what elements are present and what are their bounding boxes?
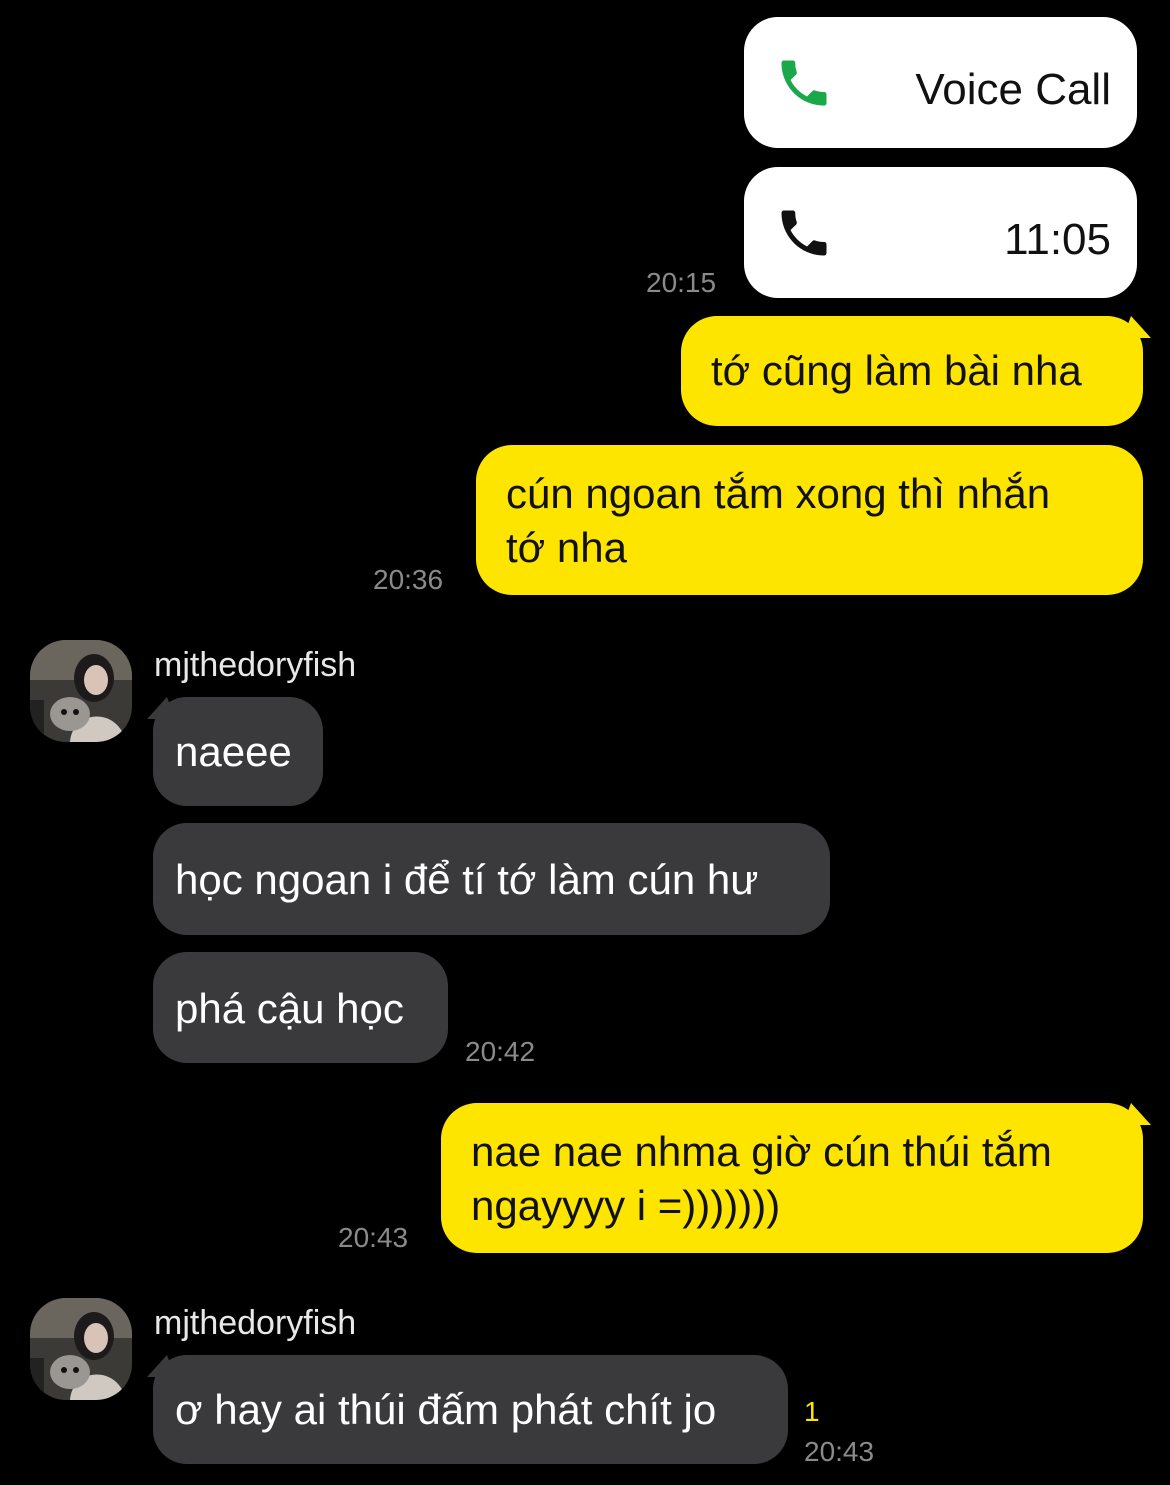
message-line: ngayyyy i =)))))))	[471, 1182, 781, 1229]
avatar[interactable]	[30, 640, 132, 742]
sender-name: mjthedoryfish	[154, 1304, 357, 1342]
bubble-tail	[138, 1355, 176, 1377]
bubble-tail	[1122, 1103, 1160, 1125]
call-duration-label: 11:05	[1004, 215, 1111, 264]
message-text: tớ cũng làm bài nha	[711, 347, 1082, 394]
message-bubble-incoming[interactable]: ơ hay ai thúi đấm phát chít jo	[138, 1355, 788, 1464]
message-line: tớ nha	[506, 524, 627, 571]
message-bubble-incoming[interactable]: naeee	[138, 697, 323, 806]
timestamp: 20:43	[804, 1436, 875, 1467]
message-text: cún ngoan tắm xong thì nhắn tớ nha	[506, 467, 1117, 575]
phone-black-icon	[781, 210, 827, 256]
phone-green-icon	[781, 60, 827, 106]
call-duration-card[interactable]: 11:05	[744, 167, 1137, 298]
message-bubble-incoming[interactable]: phá cậu học	[153, 952, 448, 1063]
bubble-tail	[138, 697, 176, 719]
message-line: nae nae nhma giờ cún thúi tắm	[471, 1128, 1052, 1175]
timestamp: 20:42	[465, 1036, 536, 1067]
message-text: phá cậu học	[175, 985, 404, 1032]
message-bubble-outgoing[interactable]: nae nae nhma giờ cún thúi tắm ngayyyy i …	[441, 1103, 1160, 1253]
message-bubble-outgoing[interactable]: cún ngoan tắm xong thì nhắn tớ nha	[476, 445, 1143, 595]
timestamp: 20:43	[338, 1222, 409, 1253]
voice-call-card[interactable]: Voice Call	[744, 17, 1137, 148]
voice-call-label: Voice Call	[915, 65, 1111, 114]
bubble-tail	[1122, 316, 1160, 338]
message-text: học ngoan i để tí tớ làm cún hư	[175, 856, 759, 903]
sender-name: mjthedoryfish	[154, 646, 357, 684]
message-line: cún ngoan tắm xong thì nhắn	[506, 470, 1051, 517]
avatar-photo	[30, 1298, 132, 1400]
message-text: nae nae nhma giờ cún thúi tắm ngayyyy i …	[471, 1125, 1117, 1233]
avatar[interactable]	[30, 1298, 132, 1400]
message-text: ơ hay ai thúi đấm phát chít jo	[175, 1386, 717, 1433]
message-text: naeee	[175, 728, 292, 775]
avatar-photo	[30, 640, 132, 742]
message-bubble-incoming[interactable]: học ngoan i để tí tớ làm cún hư	[153, 823, 830, 935]
message-bubble-outgoing[interactable]: tớ cũng làm bài nha	[681, 316, 1160, 426]
unread-count: 1	[804, 1396, 820, 1427]
timestamp: 20:15	[646, 267, 717, 298]
timestamp: 20:36	[373, 564, 444, 595]
